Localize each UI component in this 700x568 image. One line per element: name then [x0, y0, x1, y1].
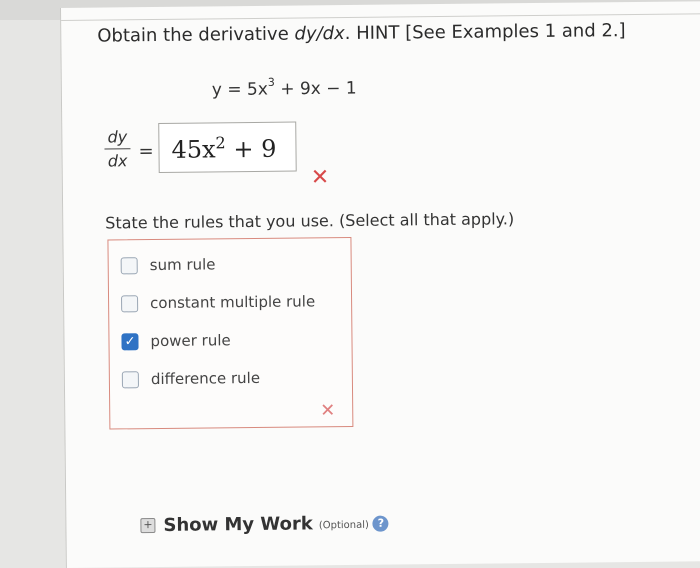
answer-coef: 45x	[171, 135, 216, 164]
show-my-work-label[interactable]: Show My Work	[163, 513, 313, 536]
answer-exponent: 2	[215, 133, 226, 153]
rules-prompt: State the rules that you use. (Select al…	[105, 209, 515, 233]
question-card: Obtain the derivative dy/dx. HINT [See E…	[60, 1, 700, 568]
fraction-bar	[104, 148, 131, 150]
expand-plus-icon[interactable]: +	[140, 518, 156, 534]
x-mark-icon: ✕	[310, 165, 330, 191]
question-text: Obtain the derivative dy/dx. HINT [See E…	[97, 20, 626, 47]
equation-rhs: + 9x − 1	[274, 78, 357, 100]
option-power-rule[interactable]: ✓ power rule	[121, 331, 231, 351]
question-derivative: dy/dx	[294, 23, 345, 45]
equation-exponent: 3	[267, 75, 275, 89]
optional-label: (Optional)	[318, 519, 369, 532]
option-label: constant multiple rule	[150, 292, 316, 313]
question-prefix: Obtain the derivative	[97, 23, 295, 47]
answer-input[interactable]: 45x2 + 9	[158, 121, 297, 173]
fraction-numerator: dy	[107, 127, 128, 147]
option-label: power rule	[150, 331, 231, 351]
option-sum-rule[interactable]: sum rule	[120, 255, 216, 275]
answer-rest: + 9	[225, 134, 277, 164]
question-hint: . HINT [See Examples 1 and 2.]	[344, 20, 626, 45]
checkbox-sum-rule[interactable]	[120, 256, 138, 274]
checkbox-constant-multiple-rule[interactable]	[121, 294, 139, 312]
help-icon[interactable]: ?	[372, 515, 389, 532]
checkmark-icon: ✓	[124, 333, 136, 349]
checkbox-power-rule[interactable]: ✓	[121, 332, 139, 350]
fraction-denominator: dx	[107, 151, 128, 171]
rules-checkbox-group: sum rule constant multiple rule ✓ power …	[107, 236, 354, 430]
option-label: sum rule	[149, 255, 216, 275]
checkbox-difference-rule[interactable]	[121, 370, 139, 388]
option-label: difference rule	[150, 368, 261, 389]
option-constant-multiple-rule[interactable]: constant multiple rule	[121, 292, 315, 312]
equation-lhs: y = 5x	[211, 79, 268, 101]
derivative-fraction: dy dx	[104, 127, 131, 171]
equation: y = 5x3 + 9x − 1	[211, 75, 357, 101]
show-my-work-toggle[interactable]: + Show My Work (Optional) ?	[140, 513, 389, 537]
option-difference-rule[interactable]: difference rule	[121, 368, 261, 389]
x-mark-icon: ✕	[320, 400, 336, 422]
equals-sign: =	[138, 141, 154, 163]
